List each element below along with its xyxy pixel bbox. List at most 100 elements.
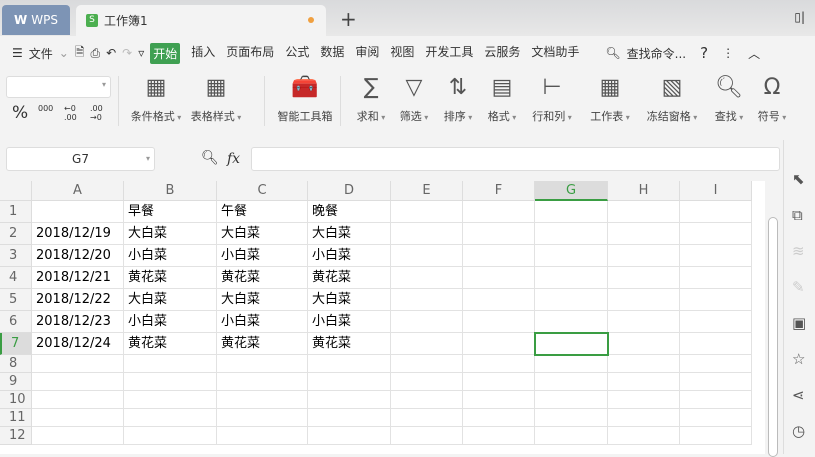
menu-tab-4[interactable]: 数据 — [320, 43, 344, 64]
cell-B11[interactable] — [124, 409, 217, 427]
window-layout-icon[interactable]: ▯| — [794, 10, 805, 24]
cell-F11[interactable] — [463, 409, 535, 427]
cell-I11[interactable] — [680, 409, 752, 427]
symbol-button[interactable]: Ω 符号 ▾ — [758, 76, 787, 124]
cell-B12[interactable] — [124, 427, 217, 445]
cell-F1[interactable] — [463, 201, 535, 223]
cell-F3[interactable] — [463, 245, 535, 267]
row-header-10[interactable]: 10 — [0, 391, 32, 409]
more-icon[interactable]: ⋮ — [722, 46, 734, 60]
spreadsheet-grid[interactable]: A B C D E F G H I 1 早餐 午餐 晚餐 2 2018/12/19 大白菜 大白菜 大白菜 3 201… — [0, 181, 765, 454]
cell-B1[interactable]: 早餐 — [124, 201, 217, 223]
cell-A1[interactable] — [32, 201, 124, 223]
row-header-3[interactable]: 3 — [0, 245, 32, 267]
share-icon[interactable]: ⋖ — [792, 386, 805, 404]
menu-file[interactable]: 文件 — [29, 45, 53, 62]
menu-tab-2[interactable]: 页面布局 — [226, 43, 274, 64]
zoom-formula-icon[interactable]: 🔍︎ — [201, 150, 219, 166]
select-cursor-icon[interactable]: ⬉ — [792, 170, 805, 188]
cell-G12[interactable] — [535, 427, 608, 445]
print-icon[interactable]: ⎙ — [91, 46, 101, 61]
column-header-A[interactable]: A — [32, 181, 124, 201]
cell-H10[interactable] — [608, 391, 680, 409]
cell-E12[interactable] — [391, 427, 463, 445]
cell-E10[interactable] — [391, 391, 463, 409]
cell-D5[interactable]: 大白菜 — [308, 289, 391, 311]
cell-I10[interactable] — [680, 391, 752, 409]
column-header-E[interactable]: E — [391, 181, 463, 201]
cell-I9[interactable] — [680, 373, 752, 391]
column-header-G[interactable]: G — [535, 181, 608, 201]
column-header-F[interactable]: F — [463, 181, 535, 201]
cell-D12[interactable] — [308, 427, 391, 445]
cell-I8[interactable] — [680, 355, 752, 373]
cell-A2[interactable]: 2018/12/19 — [32, 223, 124, 245]
cell-F4[interactable] — [463, 267, 535, 289]
cell-E6[interactable] — [391, 311, 463, 333]
cell-C11[interactable] — [217, 409, 308, 427]
cell-G3[interactable] — [535, 245, 608, 267]
search-icon[interactable]: 🔍︎ — [605, 46, 620, 60]
menu-tab-3[interactable]: 公式 — [285, 43, 309, 64]
more-quick-icon[interactable]: ▿ — [138, 46, 144, 60]
row-header-8[interactable]: 8 — [0, 355, 32, 373]
rows-cols-button[interactable]: ⊢ 行和列 ▾ — [532, 76, 572, 124]
sort-button[interactable]: ⇅ 排序 ▾ — [444, 76, 473, 124]
cell-A4[interactable]: 2018/12/21 — [32, 267, 124, 289]
image-icon[interactable]: ▣ — [792, 314, 806, 332]
vertical-scrollbar[interactable] — [765, 181, 781, 457]
cell-I12[interactable] — [680, 427, 752, 445]
cell-F12[interactable] — [463, 427, 535, 445]
cell-D9[interactable] — [308, 373, 391, 391]
cell-F2[interactable] — [463, 223, 535, 245]
menu-tab-7[interactable]: 开发工具 — [425, 43, 473, 64]
cell-G10[interactable] — [535, 391, 608, 409]
cell-F5[interactable] — [463, 289, 535, 311]
sum-button[interactable]: ∑ 求和 ▾ — [357, 76, 386, 124]
cell-B3[interactable]: 小白菜 — [124, 245, 217, 267]
history-icon[interactable]: ◷ — [792, 422, 805, 440]
menu-tab-1[interactable]: 插入 — [191, 43, 215, 64]
cell-G11[interactable] — [535, 409, 608, 427]
cell-H12[interactable] — [608, 427, 680, 445]
cell-E9[interactable] — [391, 373, 463, 391]
cell-B6[interactable]: 小白菜 — [124, 311, 217, 333]
menu-tab-6[interactable]: 视图 — [390, 43, 414, 64]
cell-C9[interactable] — [217, 373, 308, 391]
cell-I2[interactable] — [680, 223, 752, 245]
cell-B4[interactable]: 黄花菜 — [124, 267, 217, 289]
menu-tab-0[interactable]: 开始 — [150, 42, 181, 64]
row-header-9[interactable]: 9 — [0, 373, 32, 391]
column-header-D[interactable]: D — [308, 181, 391, 201]
row-header-2[interactable]: 2 — [0, 223, 32, 245]
cell-G2[interactable] — [535, 223, 608, 245]
fx-button[interactable]: fx — [227, 151, 240, 167]
cell-F8[interactable] — [463, 355, 535, 373]
row-header-7[interactable]: 7 — [0, 333, 32, 355]
cell-B9[interactable] — [124, 373, 217, 391]
cell-C12[interactable] — [217, 427, 308, 445]
number-format-select[interactable]: ▾ — [6, 76, 111, 98]
cell-F7[interactable] — [463, 333, 535, 355]
format-button[interactable]: ▤ 格式 ▾ — [488, 76, 517, 124]
cell-D2[interactable]: 大白菜 — [308, 223, 391, 245]
cell-A3[interactable]: 2018/12/20 — [32, 245, 124, 267]
select-all-corner[interactable] — [0, 181, 32, 201]
tab-wps[interactable]: W WPS — [2, 5, 70, 35]
cell-D1[interactable]: 晚餐 — [308, 201, 391, 223]
collapse-ribbon-icon[interactable]: ︿ — [748, 45, 760, 62]
cell-I1[interactable] — [680, 201, 752, 223]
cell-D3[interactable]: 小白菜 — [308, 245, 391, 267]
cell-E4[interactable] — [391, 267, 463, 289]
cell-C10[interactable] — [217, 391, 308, 409]
cell-C5[interactable]: 大白菜 — [217, 289, 308, 311]
menu-tab-8[interactable]: 云服务 — [484, 43, 520, 64]
cell-A7[interactable]: 2018/12/24 — [32, 333, 124, 355]
cell-B7[interactable]: 黄花菜 — [124, 333, 217, 355]
cell-H5[interactable] — [608, 289, 680, 311]
cell-C8[interactable] — [217, 355, 308, 373]
new-tab-button[interactable]: + — [340, 7, 357, 31]
cell-C2[interactable]: 大白菜 — [217, 223, 308, 245]
cell-I6[interactable] — [680, 311, 752, 333]
freeze-panes-button[interactable]: ▧ 冻结窗格 ▾ — [647, 76, 698, 124]
